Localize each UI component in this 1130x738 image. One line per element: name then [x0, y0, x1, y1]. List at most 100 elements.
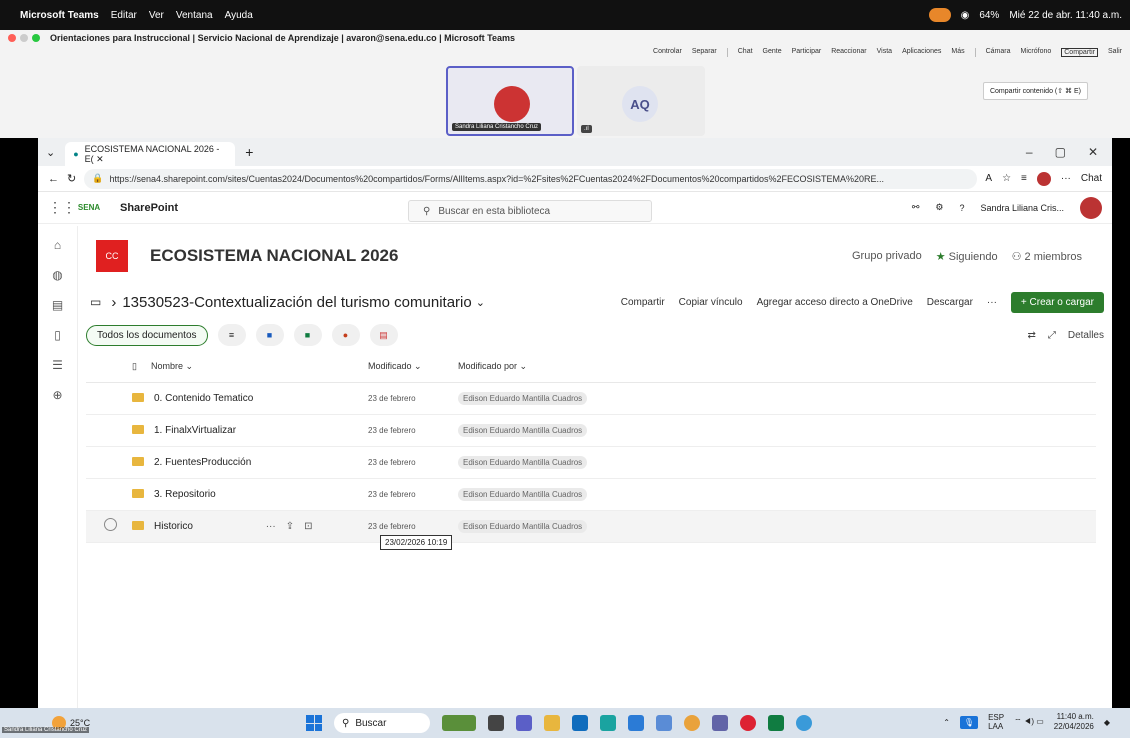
row-name[interactable]: Historico — [154, 521, 193, 532]
menu-ayuda[interactable]: Ayuda — [225, 10, 253, 21]
menu-ver[interactable]: Ver — [149, 10, 164, 21]
table-row[interactable]: 0. Contenido Tematico 23 de febrero Edis… — [86, 382, 1096, 415]
row-name[interactable]: 3. Repositorio — [154, 489, 216, 500]
menu-editar[interactable]: Editar — [111, 10, 137, 21]
outlook-icon[interactable] — [572, 715, 588, 731]
participant-tile[interactable]: AQ .ıl — [577, 66, 705, 136]
word-icon[interactable]: ■ — [255, 324, 284, 346]
shortcut-icon[interactable]: ⊡ — [304, 521, 312, 532]
members-button[interactable]: ⚇ 2 miembros — [1012, 250, 1082, 263]
table-row[interactable]: 3. Repositorio 23 de febrero Edison Edua… — [86, 478, 1096, 511]
help-icon[interactable]: ? — [959, 203, 964, 213]
menu-app[interactable]: Microsoft Teams — [20, 10, 99, 21]
copy-link-button[interactable]: Copiar vínculo — [679, 297, 743, 308]
tb-vista[interactable]: Vista — [877, 48, 892, 57]
chrome-icon[interactable] — [684, 715, 700, 731]
tb-gente[interactable]: Gente — [763, 48, 782, 57]
favorite-icon[interactable]: ☆ — [1002, 173, 1011, 184]
tb-mas[interactable]: Más — [951, 48, 964, 57]
create-upload-button[interactable]: + Crear o cargar — [1010, 291, 1104, 313]
tab-active[interactable]: ● ECOSISTEMA NACIONAL 2026 - E( ✕ — [65, 142, 236, 166]
row-modified-by[interactable]: Edison Eduardo Mantilla Cuadros — [458, 423, 588, 437]
start-icon[interactable] — [306, 715, 322, 731]
close-dot-icon[interactable] — [8, 34, 16, 42]
profile-avatar[interactable] — [1036, 171, 1051, 186]
more-actions-button[interactable]: ··· — [987, 297, 997, 308]
share-icon[interactable]: ⇪ — [286, 521, 294, 532]
taskbar-search[interactable]: ⚲ Buscar — [334, 713, 430, 733]
file-explorer-icon[interactable] — [544, 715, 560, 731]
row-name[interactable]: 1. FinalxVirtualizar — [154, 425, 236, 436]
share-icon[interactable]: ⚯ — [912, 202, 920, 213]
more-icon[interactable]: ··· — [1061, 173, 1071, 184]
tb-controlar[interactable]: Controlar — [653, 48, 682, 57]
row-modified-by[interactable]: Edison Eduardo Mantilla Cuadros — [458, 391, 588, 405]
sharepoint-brand[interactable]: SharePoint — [120, 202, 178, 214]
row-modified-by[interactable]: Edison Eduardo Mantilla Cuadros — [458, 519, 588, 533]
name-col[interactable]: ▯ Nombre ⌄ — [132, 352, 368, 383]
language-indicator[interactable]: ESP LAA — [988, 713, 1004, 731]
chevron-down-icon[interactable]: ⌄ — [476, 296, 485, 309]
shortcut-button[interactable]: Agregar acceso directo a OneDrive — [757, 297, 913, 308]
table-row[interactable]: Historico ··· ⇪ ⊡ 23 de febrero Edison Edu… — [86, 510, 1096, 543]
mic-icon[interactable]: 🎙 — [959, 715, 979, 729]
tb-participar[interactable]: Participar — [792, 48, 822, 57]
excel-icon[interactable]: ■ — [293, 324, 322, 346]
chrome-profile-icon[interactable] — [740, 715, 756, 731]
store-icon[interactable] — [628, 715, 644, 731]
row-modified-by[interactable]: Edison Eduardo Mantilla Cuadros — [458, 487, 588, 501]
site-logo[interactable]: CC — [96, 240, 128, 272]
folder-path[interactable]: 13530523-Contextualización del turismo c… — [122, 294, 471, 311]
globe-icon[interactable]: ◍ — [52, 268, 62, 282]
tb-camara[interactable]: Cámara — [986, 48, 1011, 57]
tb-chat[interactable]: Chat — [738, 48, 753, 57]
tb-compartir[interactable]: Compartir — [1061, 48, 1098, 57]
tb-salir[interactable]: Salir — [1108, 48, 1122, 57]
task-view-icon[interactable] — [488, 715, 504, 731]
library-search[interactable]: ⚲ Buscar en esta biblioteca — [408, 200, 652, 222]
sort-icon[interactable]: ⇄ — [1027, 330, 1035, 341]
chevron-up-icon[interactable]: ⌃ — [943, 718, 950, 727]
refresh-icon[interactable]: ↻ — [67, 172, 76, 185]
app-icon[interactable] — [442, 715, 476, 731]
excel-icon[interactable] — [768, 715, 784, 731]
photos-icon[interactable] — [656, 715, 672, 731]
more-icon[interactable]: ··· — [266, 521, 276, 532]
site-title[interactable]: ECOSISTEMA NACIONAL 2026 — [150, 246, 398, 266]
details-button[interactable]: Detalles — [1068, 330, 1104, 341]
restore-icon[interactable]: ▢ — [1055, 145, 1066, 159]
zoom-dot-icon[interactable] — [32, 34, 40, 42]
read-aloud-icon[interactable]: A — [985, 173, 992, 184]
home-icon[interactable]: ⌂ — [54, 238, 61, 252]
gear-icon[interactable]: ⚙ — [935, 202, 943, 213]
table-row[interactable]: 2. FuentesProducción 23 de febrero Ediso… — [86, 446, 1096, 479]
table-row[interactable]: 1. FinalxVirtualizar 23 de febrero Ediso… — [86, 414, 1096, 447]
back-icon[interactable]: ← — [48, 173, 59, 185]
copilot-icon[interactable] — [796, 715, 812, 731]
following-button[interactable]: ★ Siguiendo — [936, 250, 998, 263]
sena-logo[interactable]: SENA — [78, 197, 100, 219]
tab-actions-icon[interactable]: ⌄ — [46, 146, 55, 159]
news-icon[interactable]: ▤ — [52, 298, 63, 312]
network-icon[interactable]: ⌔ ◀) ▭ — [1014, 717, 1044, 727]
list-icon[interactable]: ☰ — [52, 358, 63, 372]
close-icon[interactable]: ✕ — [1088, 145, 1098, 159]
user-name[interactable]: Sandra Liliana Cris... — [980, 203, 1064, 213]
filter-icon[interactable]: ≡ — [217, 324, 246, 346]
powerpoint-icon[interactable]: ● — [331, 324, 360, 346]
avatar[interactable] — [1080, 196, 1102, 219]
clock[interactable]: Mié 22 de abr. 11:40 a.m. — [1009, 10, 1122, 21]
expand-icon[interactable]: ⤢ — [1048, 330, 1056, 341]
select-radio[interactable] — [104, 518, 117, 531]
collections-icon[interactable]: ≡ — [1021, 173, 1027, 184]
wifi-icon[interactable]: ◉ — [961, 10, 970, 21]
menu-ventana[interactable]: Ventana — [176, 10, 213, 21]
view-selector[interactable]: Todos los documentos — [86, 324, 208, 346]
teams-classic-icon[interactable] — [712, 715, 728, 731]
tb-microfono[interactable]: Micrófono — [1021, 48, 1052, 57]
battery-level[interactable]: 64% — [979, 10, 999, 21]
new-tab-icon[interactable]: + — [245, 144, 253, 160]
recording-icon[interactable] — [928, 8, 951, 22]
participant-tile[interactable]: Sandra Liliana Cristancho Cruz — [446, 66, 574, 136]
create-icon[interactable]: ⊕ — [52, 388, 62, 402]
